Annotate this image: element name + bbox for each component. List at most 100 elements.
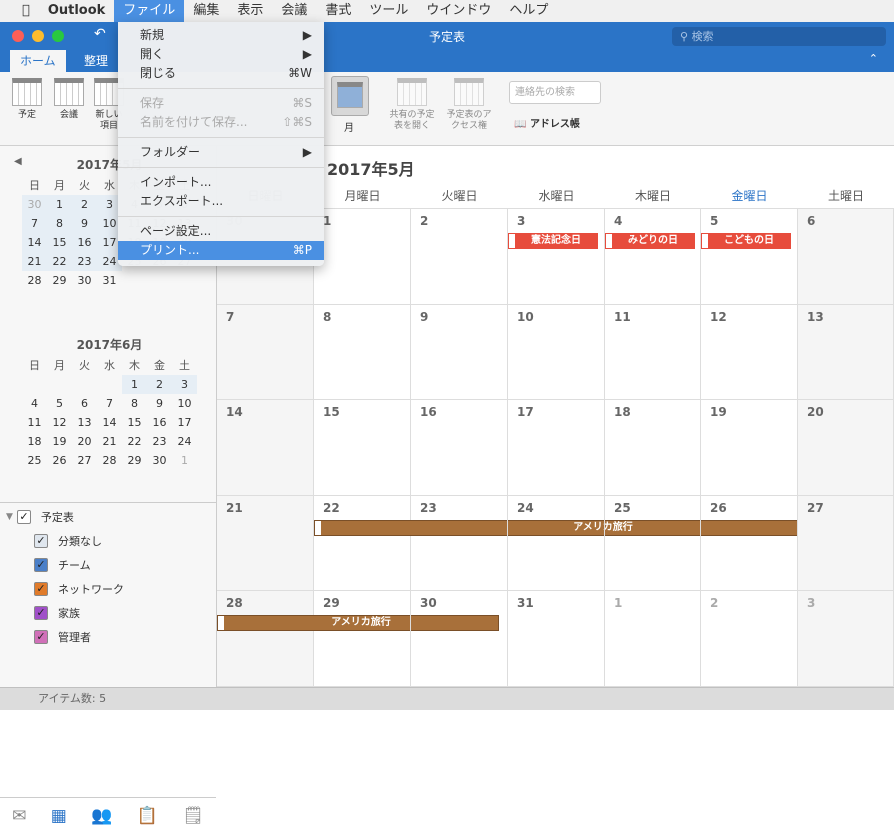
- day-cell[interactable]: 20: [798, 400, 894, 496]
- day-cell[interactable]: 2: [701, 591, 798, 687]
- mini-calendar-day[interactable]: 30: [147, 451, 172, 470]
- day-cell[interactable]: 1: [314, 209, 411, 305]
- mini-calendar-day[interactable]: 24: [172, 432, 197, 451]
- mini-calendar-day[interactable]: 12: [47, 413, 72, 432]
- mini-calendar-day[interactable]: 26: [47, 451, 72, 470]
- mini-calendar-day[interactable]: 2: [147, 375, 172, 394]
- mini-calendar-day[interactable]: 15: [47, 233, 72, 252]
- contact-search-input[interactable]: 連絡先の検索: [509, 81, 601, 104]
- calendar-root[interactable]: ▼ ✓ 予定表: [0, 505, 216, 529]
- mini-calendar-day[interactable]: 22: [47, 252, 72, 271]
- mini-calendar-day[interactable]: 27: [72, 451, 97, 470]
- calendar-item[interactable]: ✓ チーム: [0, 553, 216, 577]
- mini-calendar-day[interactable]: 7: [97, 394, 122, 413]
- mini-calendar-day[interactable]: 28: [97, 451, 122, 470]
- mini-calendar-day[interactable]: 3: [172, 375, 197, 394]
- day-cell[interactable]: 26: [701, 495, 798, 592]
- day-cell[interactable]: 10: [508, 304, 605, 401]
- mini-calendar-day[interactable]: 19: [47, 432, 72, 451]
- day-cell[interactable]: 30: [411, 591, 508, 687]
- calendar-item[interactable]: ✓ 分類なし: [0, 529, 216, 553]
- mini-calendar-day[interactable]: 1: [172, 451, 197, 470]
- calendar-item[interactable]: ✓ 管理者: [0, 625, 216, 649]
- mini-calendar-day[interactable]: 16: [72, 233, 97, 252]
- day-cell[interactable]: 6: [798, 209, 894, 305]
- day-cell[interactable]: 15: [314, 400, 411, 496]
- mini-calendar-day[interactable]: 11: [22, 413, 47, 432]
- mini-calendar-day[interactable]: 16: [147, 413, 172, 432]
- mini-calendar-day[interactable]: 15: [122, 413, 147, 432]
- checkbox[interactable]: ✓: [34, 558, 48, 572]
- mini-calendar-day[interactable]: 29: [47, 271, 72, 290]
- day-cell[interactable]: 27: [798, 495, 894, 592]
- day-cell[interactable]: 1: [605, 591, 701, 687]
- day-cell[interactable]: 14: [217, 400, 314, 496]
- menu-item[interactable]: プリント... ⌘P: [118, 241, 324, 260]
- calendar-item[interactable]: ✓ 家族: [0, 601, 216, 625]
- mini-calendar-day[interactable]: 8: [122, 394, 147, 413]
- menu-window[interactable]: ウインドウ: [417, 0, 500, 22]
- mini-calendar-day[interactable]: 8: [47, 214, 72, 233]
- mini-calendar-day[interactable]: 5: [47, 394, 72, 413]
- menu-meeting[interactable]: 会議: [272, 0, 316, 22]
- mini-calendar-day[interactable]: 1: [122, 375, 147, 394]
- mini-calendar-day[interactable]: 13: [72, 413, 97, 432]
- new-meeting-button[interactable]: 会議: [52, 78, 86, 121]
- mini-calendar-day[interactable]: 21: [97, 432, 122, 451]
- day-cell[interactable]: 7: [217, 304, 314, 401]
- mini-calendar-day[interactable]: 23: [72, 252, 97, 271]
- menu-view[interactable]: 表示: [228, 0, 272, 22]
- day-cell[interactable]: 5 こどもの日: [701, 209, 798, 305]
- day-cell[interactable]: 12: [701, 304, 798, 401]
- menu-file[interactable]: ファイル: [114, 0, 185, 22]
- collapse-ribbon-icon[interactable]: ⌃: [869, 52, 878, 65]
- mini-calendar-day[interactable]: 2: [72, 195, 97, 214]
- day-cell[interactable]: 8: [314, 304, 411, 401]
- menu-item[interactable]: 閉じる ⌘W: [118, 64, 324, 83]
- menu-item[interactable]: エクスポート...: [118, 192, 324, 211]
- day-cell[interactable]: 3: [798, 591, 894, 687]
- checkbox[interactable]: ✓: [16, 510, 31, 524]
- menu-tools[interactable]: ツール: [360, 0, 417, 22]
- day-cell[interactable]: 25: [605, 495, 701, 592]
- mini-calendar-day[interactable]: 30: [22, 195, 47, 214]
- apple-menu[interactable]: : [0, 0, 39, 22]
- mini-calendar-day[interactable]: 25: [22, 451, 47, 470]
- mini-calendar-day[interactable]: 29: [122, 451, 147, 470]
- day-cell[interactable]: 24: [508, 495, 605, 592]
- mini-calendar-day[interactable]: 23: [147, 432, 172, 451]
- mini-calendar-day[interactable]: 18: [22, 432, 47, 451]
- calendar-item[interactable]: ✓ ネットワーク: [0, 577, 216, 601]
- disclosure-icon[interactable]: ▼: [6, 512, 13, 522]
- calendar-icon[interactable]: ▦: [51, 806, 67, 826]
- mini-calendar-day[interactable]: 1: [47, 195, 72, 214]
- menu-format[interactable]: 書式: [316, 0, 360, 22]
- mini-calendar-day[interactable]: 14: [97, 413, 122, 432]
- mini-calendar-day[interactable]: 17: [172, 413, 197, 432]
- tab-home[interactable]: ホーム: [10, 50, 66, 72]
- menu-item[interactable]: 新規 ▶: [118, 26, 324, 45]
- app-menu[interactable]: Outlook: [39, 0, 114, 22]
- tab-organize[interactable]: 整理: [74, 50, 118, 72]
- mini-calendar-day[interactable]: 21: [22, 252, 47, 271]
- tasks-icon[interactable]: 📋: [137, 806, 158, 826]
- new-appointment-button[interactable]: 予定: [10, 78, 44, 121]
- menu-item[interactable]: 保存 ⌘S: [118, 94, 324, 113]
- menu-help[interactable]: ヘルプ: [500, 0, 557, 22]
- calendar-event[interactable]: 憲法記念日: [508, 233, 598, 249]
- day-cell[interactable]: 28 アメリカ旅行: [217, 591, 499, 687]
- day-cell[interactable]: 16: [411, 400, 508, 496]
- day-cell[interactable]: 22 アメリカ旅行: [314, 495, 886, 592]
- open-shared-calendar-button[interactable]: 共有の予定表を開く: [386, 78, 438, 132]
- checkbox[interactable]: ✓: [34, 582, 48, 596]
- mini-calendar-day[interactable]: 31: [97, 271, 122, 290]
- day-cell[interactable]: 2: [411, 209, 508, 305]
- day-cell[interactable]: 17: [508, 400, 605, 496]
- day-cell[interactable]: 31: [508, 591, 605, 687]
- month-view-button[interactable]: [331, 76, 369, 116]
- calendar-event[interactable]: こどもの日: [701, 233, 791, 249]
- menu-item[interactable]: 開く ▶: [118, 45, 324, 64]
- menu-item[interactable]: フォルダー ▶: [118, 143, 324, 162]
- day-cell[interactable]: 9: [411, 304, 508, 401]
- day-cell[interactable]: 3 憲法記念日: [508, 209, 605, 305]
